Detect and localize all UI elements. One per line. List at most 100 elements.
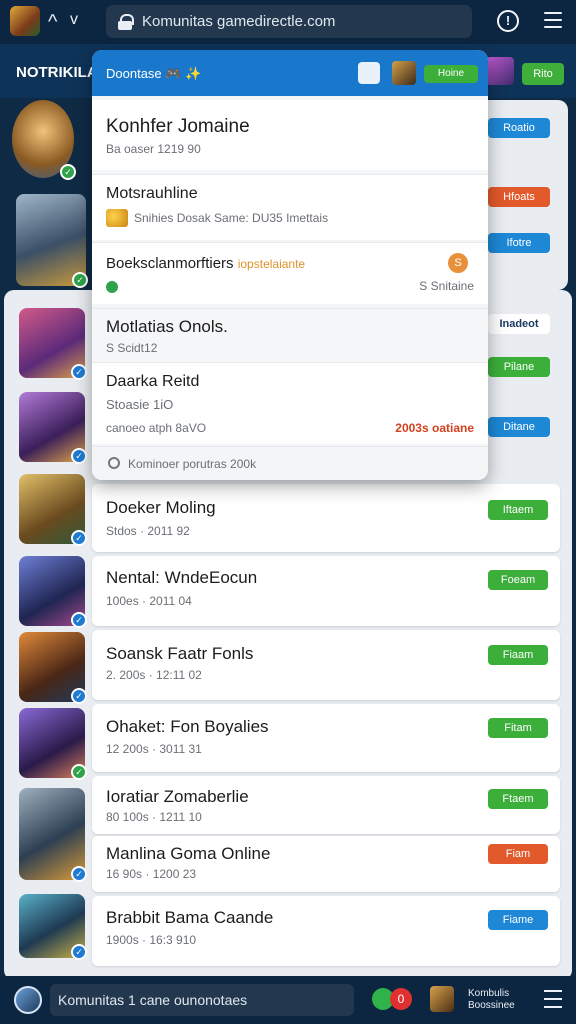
row-button[interactable]: Fitam bbox=[488, 718, 548, 738]
profile-avatar[interactable] bbox=[14, 986, 42, 1014]
popup-item-meta: Ba oaser 1219 90 bbox=[106, 142, 201, 156]
header-button[interactable]: Rito bbox=[522, 63, 564, 85]
popup-item-title: Konhfer Jomaine bbox=[106, 116, 250, 137]
edge-button-2[interactable]: Hfoats bbox=[488, 187, 550, 207]
avatar[interactable]: ✓ bbox=[12, 100, 76, 180]
verified-icon: ✓ bbox=[60, 164, 76, 180]
row-title: Ohaket: Fon Boyalies bbox=[106, 717, 269, 736]
avatar[interactable]: ✓ bbox=[19, 308, 87, 380]
popup-item-meta: S Scidt12 bbox=[106, 341, 158, 355]
lock-icon bbox=[118, 13, 134, 30]
verified-icon: ✓ bbox=[71, 944, 87, 960]
edge-button-5[interactable]: Pilane bbox=[488, 357, 550, 377]
list-item[interactable]: Brabbit Bama Caande 1900s · 16:3 910 Fia… bbox=[92, 896, 560, 966]
popup-item[interactable]: Daarka Reitd Stoasie 1iO canoeo atph 8aV… bbox=[92, 362, 488, 444]
url-text: Komunitas gamedirectle.com bbox=[142, 13, 336, 30]
row-meta: 100es · 2011 04 bbox=[106, 594, 192, 608]
game-icon[interactable] bbox=[430, 986, 454, 1012]
popup-header-title: Doontase 🎮 ✨ bbox=[106, 66, 202, 81]
row-meta: Stdos · 2011 92 bbox=[106, 524, 190, 538]
avatar[interactable]: ✓ bbox=[19, 708, 87, 780]
list-item[interactable]: Doeker Moling Stdos · 2011 92 Iftaem bbox=[92, 484, 560, 552]
edge-button-1[interactable]: Roatio bbox=[488, 118, 550, 138]
row-title: Soansk Faatr Fonls bbox=[106, 644, 254, 663]
verified-icon: ✓ bbox=[72, 272, 88, 288]
row-title: Doeker Moling bbox=[106, 498, 216, 517]
notification-badge[interactable]: S bbox=[448, 253, 468, 273]
row-button[interactable]: Ftaem bbox=[488, 789, 548, 809]
popup-search-row[interactable]: Kominoer porutras 200k bbox=[92, 446, 488, 480]
coin-icon bbox=[106, 209, 128, 227]
player-avatar[interactable] bbox=[392, 61, 416, 85]
popup-item-title: Motsrauhline bbox=[106, 185, 198, 202]
row-button[interactable]: Fiaam bbox=[488, 645, 548, 665]
list-item[interactable]: Soansk Faatr Fonls 2. 200s · 12:11 02 Fi… bbox=[92, 630, 560, 700]
row-button[interactable]: Iftaem bbox=[488, 500, 548, 520]
avatar[interactable]: ✓ bbox=[19, 894, 87, 960]
forward-icon[interactable]: v bbox=[70, 10, 78, 30]
grid-menu-icon[interactable] bbox=[544, 990, 562, 1010]
status-dot-icon bbox=[106, 281, 118, 293]
popup-header-button[interactable]: Hoine bbox=[424, 65, 478, 83]
verified-icon: ✓ bbox=[71, 612, 87, 628]
dropdown-popup: Doontase 🎮 ✨ Hoine Konhfer Jomaine Ba oa… bbox=[92, 50, 488, 480]
avatar[interactable]: ✓ bbox=[19, 474, 87, 546]
search-hint: Kominoer porutras 200k bbox=[128, 457, 257, 471]
avatar[interactable]: ✓ bbox=[19, 392, 87, 464]
community-input[interactable]: Komunitas 1 cane ounonotaes bbox=[50, 984, 354, 1016]
verified-icon: ✓ bbox=[71, 530, 87, 546]
edge-button-4[interactable]: Inadeot bbox=[488, 314, 550, 334]
popup-item[interactable]: Motlatias Onols. S Scidt12 bbox=[92, 308, 488, 362]
verified-icon: ✓ bbox=[71, 764, 87, 780]
notification-count[interactable]: 0 bbox=[390, 988, 412, 1010]
popup-item-stat: 2003s oatiane bbox=[395, 421, 474, 435]
popup-item[interactable]: Boeksclanmorftiers iopstelaiante S S Sni… bbox=[92, 242, 488, 304]
verified-icon: ✓ bbox=[71, 688, 87, 704]
avatar[interactable]: ✓ bbox=[19, 788, 87, 882]
app-logo-icon[interactable] bbox=[10, 6, 40, 36]
popup-item-highlight: iopstelaiante bbox=[237, 257, 306, 271]
popup-item-meta: Stoasie 1iO bbox=[106, 397, 174, 412]
row-button[interactable]: Fiam bbox=[488, 844, 548, 864]
avatar[interactable]: ✓ bbox=[16, 194, 88, 288]
avatar[interactable]: ✓ bbox=[19, 556, 87, 628]
back-icon[interactable]: ^ bbox=[48, 12, 57, 32]
gamepad-icon[interactable] bbox=[358, 62, 380, 84]
list-item[interactable]: Manlina Goma Online 16 90s · 1200 23 Fia… bbox=[92, 836, 560, 892]
edge-button-6[interactable]: Ditane bbox=[488, 417, 550, 437]
bottom-bar: Komunitas 1 cane ounonotaes 0 Kombulis B… bbox=[0, 976, 576, 1024]
row-title: Nental: WndeEocun bbox=[106, 568, 258, 587]
search-icon bbox=[108, 457, 120, 469]
address-bar[interactable]: Komunitas gamedirectle.com bbox=[106, 5, 472, 38]
popup-item-meta: Snihies Dosak Same: DU35 Imettais bbox=[134, 211, 329, 225]
row-button[interactable]: Foeam bbox=[488, 570, 548, 590]
popup-item-meta: S Snitaine bbox=[419, 279, 474, 293]
verified-icon: ✓ bbox=[71, 364, 87, 380]
popup-item[interactable]: Konhfer Jomaine Ba oaser 1219 90 bbox=[92, 100, 488, 170]
popup-item-meta: canoeo atph 8aVO bbox=[106, 421, 207, 435]
verified-icon: ✓ bbox=[71, 448, 87, 464]
popup-item[interactable]: Motsrauhline Snihies Dosak Same: DU35 Im… bbox=[92, 174, 488, 240]
browser-toolbar: ^ v Komunitas gamedirectle.com ! bbox=[0, 0, 576, 44]
row-meta: 16 90s · 1200 23 bbox=[106, 867, 197, 881]
popup-item-title: Boeksclanmorftiers iopstelaiante bbox=[106, 255, 305, 272]
row-meta: 12 200s · 3011 31 bbox=[106, 742, 202, 756]
row-meta: 80 100s · 1211 10 bbox=[106, 810, 202, 824]
verified-icon: ✓ bbox=[71, 866, 87, 882]
row-meta: 2. 200s · 12:11 02 bbox=[106, 668, 202, 682]
popup-item-title: Daarka Reitd bbox=[106, 373, 200, 390]
popup-item-title: Motlatias Onols. bbox=[106, 317, 228, 336]
alert-icon[interactable]: ! bbox=[497, 10, 519, 32]
avatar[interactable]: ✓ bbox=[19, 632, 87, 704]
menu-icon[interactable] bbox=[544, 12, 562, 30]
list-item[interactable]: Ohaket: Fon Boyalies 12 200s · 3011 31 F… bbox=[92, 704, 560, 772]
popup-item-title-text: Boeksclanmorftiers bbox=[106, 255, 234, 272]
list-item[interactable]: Ioratiar Zomaberlie 80 100s · 1211 10 Ft… bbox=[92, 776, 560, 834]
popup-header: Doontase 🎮 ✨ Hoine bbox=[92, 50, 488, 96]
row-button[interactable]: Fiame bbox=[488, 910, 548, 930]
page-title: NOTRIKILA bbox=[16, 64, 98, 81]
list-item[interactable]: Nental: WndeEocun 100es · 2011 04 Foeam bbox=[92, 556, 560, 626]
user-avatar[interactable] bbox=[486, 57, 514, 85]
edge-button-3[interactable]: Ifotre bbox=[488, 233, 550, 253]
row-title: Manlina Goma Online bbox=[106, 844, 271, 863]
